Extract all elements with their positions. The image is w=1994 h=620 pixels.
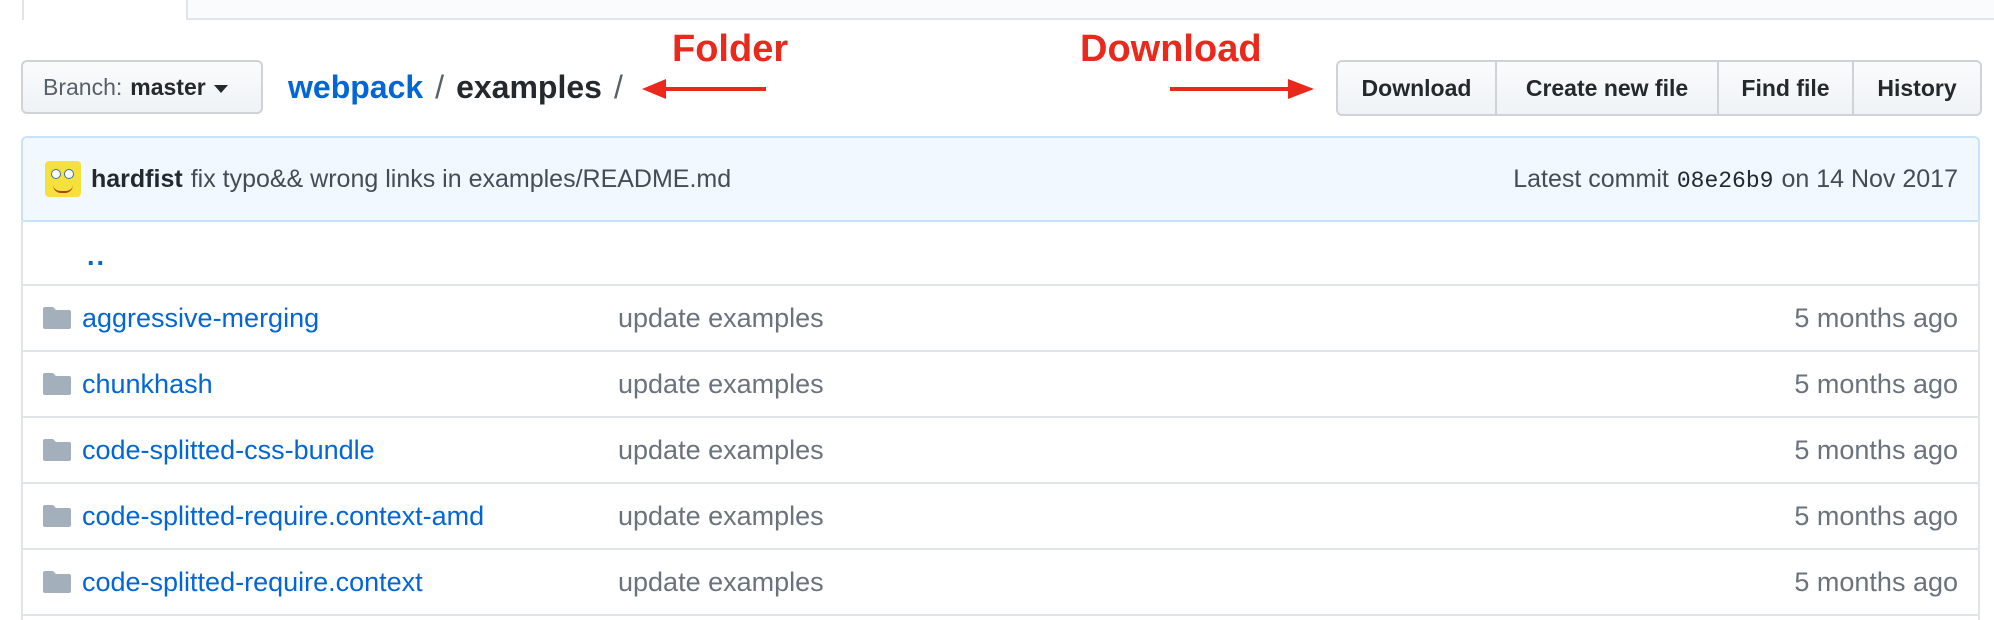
breadcrumb-separator: / bbox=[435, 68, 445, 105]
breadcrumb-separator: / bbox=[613, 68, 623, 105]
avatar-eye bbox=[51, 169, 61, 179]
annotation-arrow-right-icon bbox=[1170, 79, 1314, 99]
avatar-eye bbox=[64, 169, 74, 179]
file-name-link[interactable]: code-splitted-css-bundle bbox=[82, 435, 375, 466]
annotation-arrow-left-icon bbox=[642, 79, 766, 99]
tab-strip-background bbox=[188, 0, 1994, 18]
avatar-mouth bbox=[53, 185, 73, 193]
commit-message-link[interactable]: update examples bbox=[618, 435, 824, 466]
table-row: code-splitted-require.context-amd update… bbox=[23, 484, 1978, 550]
breadcrumb: webpack / examples / bbox=[288, 62, 635, 112]
commit-age: 5 months ago bbox=[1794, 368, 1958, 399]
download-button[interactable]: Download bbox=[1336, 60, 1495, 116]
folder-icon bbox=[43, 571, 71, 593]
file-name-link[interactable]: chunkhash bbox=[82, 369, 213, 400]
avatar[interactable] bbox=[45, 161, 81, 197]
branch-name: master bbox=[130, 73, 206, 100]
folder-icon bbox=[43, 307, 71, 329]
commit-message-link[interactable]: fix typo&& wrong links in examples/READM… bbox=[191, 165, 731, 194]
branch-prefix: Branch: bbox=[43, 73, 123, 100]
history-button[interactable]: History bbox=[1852, 60, 1982, 116]
commit-message-link[interactable]: update examples bbox=[618, 501, 824, 532]
commit-age: 5 months ago bbox=[1794, 500, 1958, 531]
latest-commit-prefix: Latest commit bbox=[1513, 164, 1669, 193]
breadcrumb-current-folder: examples bbox=[456, 68, 602, 105]
file-name-link[interactable]: code-splitted-require.context bbox=[82, 567, 423, 598]
commit-author-link[interactable]: hardfist bbox=[91, 165, 183, 194]
annotation-download-label: Download bbox=[1080, 28, 1262, 70]
commit-sha-link[interactable]: 08e26b9 bbox=[1677, 168, 1774, 194]
commit-date: on 14 Nov 2017 bbox=[1781, 164, 1958, 193]
commit-age: 5 months ago bbox=[1794, 302, 1958, 333]
file-actions-button-group: Download Create new file Find file Histo… bbox=[1336, 60, 1982, 116]
folder-icon bbox=[43, 439, 71, 461]
file-name-link[interactable]: aggressive-merging bbox=[82, 303, 319, 334]
commit-message-link[interactable]: update examples bbox=[618, 369, 824, 400]
table-row: code-splitted-css-bundle update examples… bbox=[23, 418, 1978, 484]
commit-age: 5 months ago bbox=[1794, 434, 1958, 465]
branch-select-button[interactable]: Branch: master bbox=[21, 60, 263, 114]
file-list: .. aggressive-merging update examples 5 … bbox=[21, 220, 1980, 620]
table-row: chunkhash update examples 5 months ago bbox=[23, 352, 1978, 418]
parent-directory-row: .. bbox=[23, 220, 1978, 286]
folder-icon bbox=[43, 505, 71, 527]
create-new-file-button[interactable]: Create new file bbox=[1495, 60, 1717, 116]
file-name-link[interactable]: code-splitted-require.context-amd bbox=[82, 501, 484, 532]
parent-directory-link[interactable]: .. bbox=[87, 241, 106, 272]
find-file-button[interactable]: Find file bbox=[1717, 60, 1852, 116]
commit-meta: Latest commit 08e26b9 on 14 Nov 2017 bbox=[1513, 165, 1958, 194]
table-row: code-splitted-require.context update exa… bbox=[23, 550, 1978, 616]
tab-code[interactable] bbox=[22, 0, 188, 20]
breadcrumb-repo-link[interactable]: webpack bbox=[288, 69, 423, 106]
table-row: aggressive-merging update examples 5 mon… bbox=[23, 286, 1978, 352]
commit-message-link[interactable]: update examples bbox=[618, 567, 824, 598]
commit-message-link[interactable]: update examples bbox=[618, 303, 824, 334]
tab-strip-divider bbox=[188, 18, 1994, 20]
top-tab-strip bbox=[0, 0, 1994, 20]
folder-icon bbox=[43, 373, 71, 395]
caret-down-icon bbox=[213, 84, 228, 93]
latest-commit-bar: hardfist fix typo&& wrong links in examp… bbox=[21, 136, 1980, 222]
annotation-folder-label: Folder bbox=[672, 28, 789, 70]
commit-age: 5 months ago bbox=[1794, 566, 1958, 597]
